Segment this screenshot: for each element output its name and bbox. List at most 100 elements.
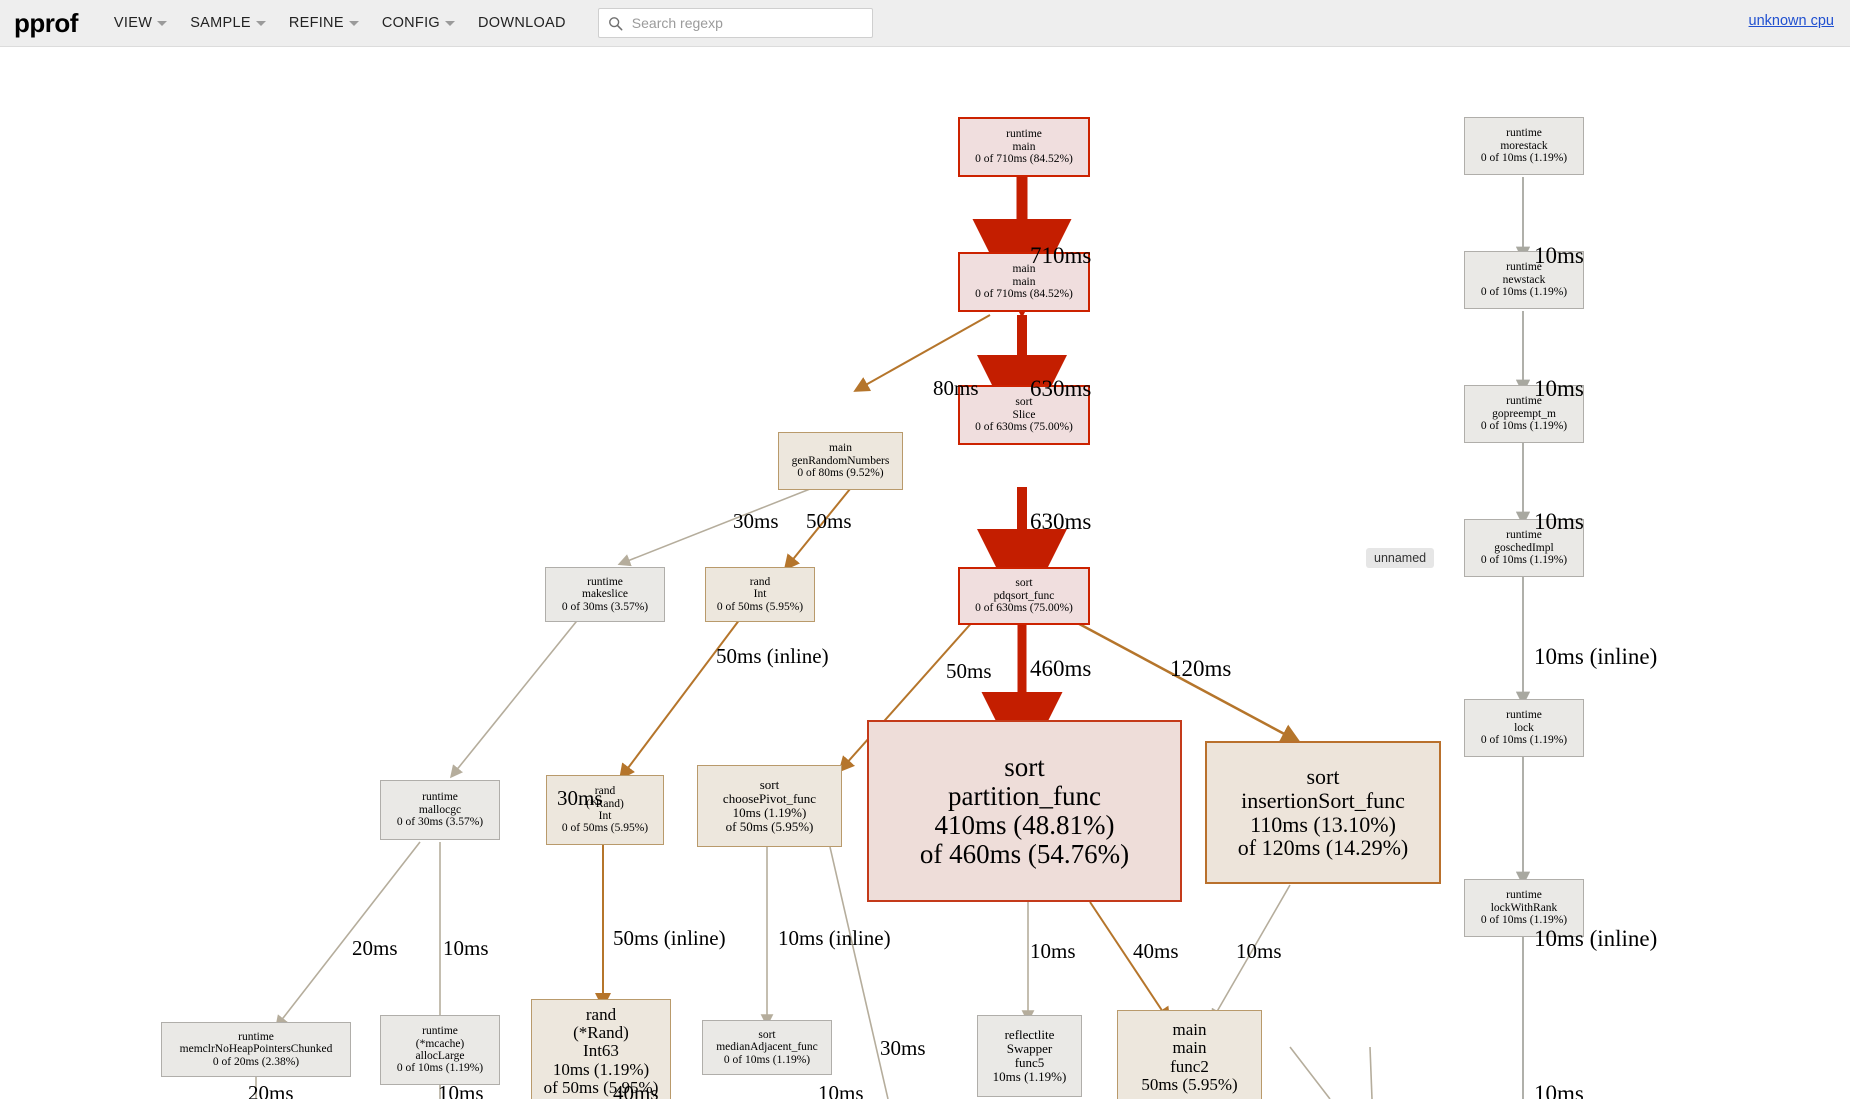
node-line-3: 0 of 50ms (5.95%): [716, 600, 804, 613]
node-line-2: medianAdjacent_func: [716, 1041, 818, 1054]
node-line-1: runtime: [422, 791, 458, 804]
node-main-genrandomnumbers[interactable]: main genRandomNumbers 0 of 80ms (9.52%): [778, 432, 903, 490]
node-runtime-main[interactable]: runtime main 0 of 710ms (84.52%): [958, 117, 1090, 177]
node-line-3: func5: [1014, 1055, 1045, 1070]
menu-config[interactable]: CONFIG: [376, 9, 462, 37]
node-reflectlite-swapper-func5[interactable]: reflectlite Swapper func5 10ms (1.19%): [977, 1015, 1082, 1097]
node-line-2: (*Rand): [573, 1022, 629, 1042]
node-sort-slice[interactable]: sort Slice 0 of 630ms (75.00%): [958, 385, 1090, 445]
node-line-1: main: [1012, 263, 1036, 276]
node-line-3: Int: [598, 810, 612, 822]
node-line-3: 0 of 10ms (1.19%): [1480, 554, 1568, 567]
node-line-1: rand: [594, 785, 616, 798]
node-line-3: 10ms (1.19%): [732, 805, 807, 820]
node-line-4: of 120ms (14.29%): [1237, 835, 1409, 861]
node-runtime-newstack[interactable]: runtime newstack 0 of 10ms (1.19%): [1464, 251, 1584, 309]
node-rand-rand-int[interactable]: rand (*Rand) Int 0 of 50ms (5.95%): [546, 775, 664, 845]
menu-view-label: VIEW: [113, 15, 153, 31]
pprof-logo: pprof: [14, 7, 78, 38]
node-line-3: 0 of 30ms (3.57%): [561, 600, 649, 613]
node-line-2: lock: [1514, 721, 1534, 734]
node-line-3: 0 of 10ms (1.19%): [1480, 152, 1568, 165]
node-line-3: 0 of 10ms (1.19%): [1480, 734, 1568, 747]
node-line-1: sort: [1015, 577, 1033, 590]
node-line-3: 0 of 710ms (84.52%): [975, 153, 1073, 166]
node-line-3: 0 of 10ms (1.19%): [1480, 420, 1568, 433]
node-line-1: runtime: [238, 1030, 274, 1043]
node-runtime-memclrnoheappointerschunked[interactable]: runtime memclrNoHeapPointersChunked 0 of…: [161, 1022, 351, 1077]
menu-refine[interactable]: REFINE: [283, 9, 366, 37]
node-sort-medianadjacent-func[interactable]: sort medianAdjacent_func 0 of 10ms (1.19…: [702, 1020, 832, 1075]
node-line-1: main: [829, 442, 852, 455]
menu-config-label: CONFIG: [381, 15, 440, 31]
search-input[interactable]: [629, 10, 860, 36]
menu-download-label: DOWNLOAD: [478, 15, 566, 31]
node-line-1: runtime: [1506, 261, 1542, 274]
top-toolbar: pprof VIEW SAMPLE REFINE CONFIG DOWNLOAD…: [0, 0, 1850, 47]
node-line-2: newstack: [1502, 273, 1546, 286]
node-line-2: genRandomNumbers: [791, 454, 890, 467]
node-sort-insertionsort-func[interactable]: sort insertionSort_func 110ms (13.10%) o…: [1205, 741, 1441, 884]
node-line-3: 0 of 10ms (1.19%): [723, 1053, 811, 1066]
node-line-4: of 50ms (5.95%): [725, 819, 814, 835]
node-line-2: pdqsort_func: [993, 589, 1055, 602]
node-runtime-gopreempt-m[interactable]: runtime gopreempt_m 0 of 10ms (1.19%): [1464, 385, 1584, 443]
node-line-1: sort: [1306, 764, 1340, 789]
node-main-main-func2[interactable]: main main func2 50ms (5.95%): [1117, 1010, 1262, 1099]
node-line-3: 0 of 630ms (75.00%): [975, 421, 1073, 434]
node-line-2: (*mcache): [415, 1037, 465, 1050]
chevron-down-icon: [157, 21, 168, 26]
node-line-3: 0 of 20ms (2.38%): [212, 1055, 300, 1068]
node-rand-int[interactable]: rand Int 0 of 50ms (5.95%): [705, 567, 815, 622]
node-line-3: 0 of 80ms (9.52%): [797, 467, 884, 480]
node-line-1: runtime: [1506, 529, 1542, 542]
menu-download[interactable]: DOWNLOAD: [472, 9, 576, 37]
chevron-down-icon: [445, 21, 455, 26]
node-line-1: runtime: [1506, 127, 1542, 140]
node-runtime-mcache-alloclarge[interactable]: runtime (*mcache) allocLarge 0 of 10ms (…: [380, 1015, 500, 1085]
node-sort-choosepivot-func[interactable]: sort choosePivot_func 10ms (1.19%) of 50…: [697, 765, 842, 847]
node-line-1: sort: [758, 1028, 776, 1041]
node-runtime-mallocgc[interactable]: runtime mallocgc 0 of 30ms (3.57%): [380, 780, 500, 840]
node-line-2: main: [1172, 1038, 1207, 1058]
search-box[interactable]: [597, 8, 873, 38]
node-runtime-makeslice[interactable]: runtime makeslice 0 of 30ms (3.57%): [545, 567, 665, 622]
node-runtime-lockwithrank[interactable]: runtime lockWithRank 0 of 10ms (1.19%): [1464, 879, 1584, 937]
node-rand-rand-int63[interactable]: rand (*Rand) Int63 10ms (1.19%) of 50ms …: [531, 999, 671, 1099]
node-line-1: sort: [1015, 396, 1033, 409]
node-line-1: runtime: [1506, 889, 1542, 902]
call-graph: runtime main 0 of 710ms (84.52%) main ma…: [0, 47, 1850, 1099]
menu-sample[interactable]: SAMPLE: [184, 9, 273, 37]
node-line-1: runtime: [1506, 709, 1542, 722]
chevron-down-icon: [255, 21, 266, 26]
menu-view[interactable]: VIEW: [108, 9, 174, 37]
node-line-3: 410ms (48.81%): [934, 810, 1115, 840]
node-line-4: 50ms (5.95%): [1141, 1074, 1238, 1094]
node-sort-pdqsort-func[interactable]: sort pdqsort_func 0 of 630ms (75.00%): [958, 567, 1090, 625]
search-icon: [608, 16, 623, 30]
unknown-cpu-link[interactable]: unknown cpu: [1749, 13, 1834, 29]
node-line-2: Slice: [1012, 408, 1036, 421]
node-line-3: 0 of 10ms (1.19%): [1480, 286, 1568, 299]
node-line-1: runtime: [422, 1025, 458, 1038]
node-line-2: lockWithRank: [1490, 901, 1558, 914]
menu-refine-label: REFINE: [288, 15, 344, 31]
node-runtime-morestack[interactable]: runtime morestack 0 of 10ms (1.19%): [1464, 117, 1584, 175]
node-runtime-lock[interactable]: runtime lock 0 of 10ms (1.19%): [1464, 699, 1584, 757]
node-sort-partition-func[interactable]: sort partition_func 410ms (48.81%) of 46…: [867, 720, 1182, 902]
node-main-main[interactable]: main main 0 of 710ms (84.52%): [958, 252, 1090, 312]
unnamed-tag[interactable]: unnamed: [1366, 548, 1435, 568]
node-line-1: sort: [759, 776, 780, 792]
node-line-1: rand: [585, 1004, 617, 1024]
node-line-2: partition_func: [948, 780, 1101, 811]
node-line-2: Int: [753, 588, 767, 601]
node-line-1: runtime: [1006, 128, 1042, 141]
node-line-2: goschedImpl: [1494, 541, 1554, 554]
node-line-1: sort: [1004, 751, 1045, 782]
node-runtime-goschedimpl[interactable]: runtime goschedImpl 0 of 10ms (1.19%): [1464, 519, 1584, 577]
node-line-5: of 50ms (5.95%): [543, 1078, 659, 1098]
node-line-3: 0 of 630ms (75.00%): [975, 602, 1073, 615]
node-line-2: main: [1012, 140, 1036, 153]
node-line-2: choosePivot_func: [722, 790, 817, 806]
node-line-3: func2: [1170, 1056, 1209, 1076]
